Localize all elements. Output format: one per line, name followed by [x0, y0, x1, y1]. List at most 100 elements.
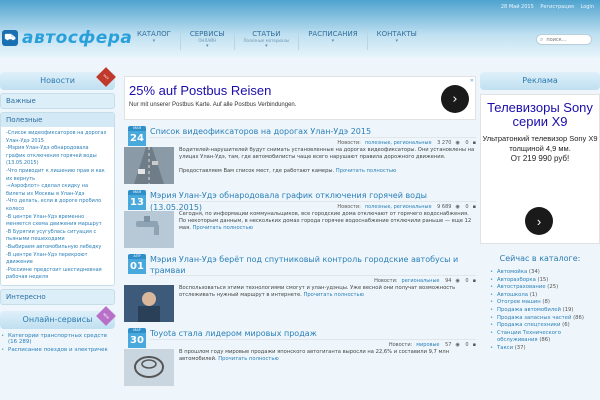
- list-item[interactable]: Категории транспортных средств (16 289): [0, 332, 115, 346]
- list-item[interactable]: -Список видеофиксаторов на дорогах Улан-…: [6, 130, 109, 145]
- list-item[interactable]: -«Аэрофлот» сделал скидку на билеты из М…: [6, 183, 109, 198]
- category-link[interactable]: полезные, региональные: [365, 140, 432, 146]
- interesting-tab[interactable]: Интересно: [0, 288, 115, 305]
- article: МАЯ 13 Мэрия Улан-Удэ обнародовала графи…: [124, 190, 476, 248]
- list-item[interactable]: Расписание поездов и электричек: [0, 346, 115, 354]
- toyota-logo-thumbnail[interactable]: [124, 349, 174, 386]
- water-tap-thumbnail[interactable]: [124, 211, 174, 248]
- nav-services[interactable]: СЕРВИСЫ ОНЛАЙН ▾: [179, 28, 234, 50]
- article-title[interactable]: Toyota стала лидером мировых продаж: [150, 328, 476, 340]
- article-meta: Новости: мировые 57 ◉ 0 ▪: [124, 342, 476, 348]
- news-title-text: Новости: [40, 76, 75, 85]
- catalog-item[interactable]: Авторазборка (15): [490, 277, 600, 285]
- article: МАР 30 Toyota стала лидером мировых прод…: [124, 328, 476, 386]
- article-title[interactable]: Мэрия Улан-Удэ берёт под спутниковый кон…: [150, 254, 476, 276]
- catalog-item-count: (34): [528, 269, 540, 275]
- catalog-item-count: (1): [529, 291, 538, 298]
- catalog-item-name[interactable]: Продажа автомобилей: [497, 307, 561, 313]
- eye-icon: ◉: [455, 342, 460, 348]
- list-item[interactable]: -Что делать, если в дороге пробило колес…: [6, 198, 109, 213]
- chevron-down-icon: ▾: [205, 43, 209, 49]
- nav-schedules[interactable]: РАСПИСАНИЯ ▾: [298, 28, 366, 50]
- list-item[interactable]: -Выбираем автомобильную лебедку: [6, 244, 109, 252]
- catalog-item-name[interactable]: Автошкола: [497, 292, 528, 298]
- catalog-item[interactable]: Продажа автомобилей (19): [490, 307, 600, 315]
- catalog-item-name[interactable]: Авторазборка: [497, 277, 536, 283]
- read-more-link[interactable]: Прочитать полностью: [218, 356, 278, 362]
- catalog-item[interactable]: Такси (37): [490, 345, 600, 353]
- nav-articles[interactable]: СТАТЬИ Полезные материалы ▾: [233, 28, 299, 50]
- catalog-item-name[interactable]: Автострахование: [497, 284, 546, 290]
- read-more-link[interactable]: Прочитать полностью: [336, 168, 396, 174]
- car-logo-icon: ⛟: [2, 30, 18, 46]
- category-link[interactable]: региональные: [402, 278, 440, 284]
- nav-contacts[interactable]: КОНТАКТЫ ▾: [366, 28, 426, 50]
- search-input[interactable]: [546, 36, 587, 43]
- list-item[interactable]: -В центре Улан-Удэ временно меняется схе…: [6, 214, 109, 229]
- catalog-item-count: (8): [542, 299, 550, 306]
- date-badge: МАР 30: [128, 328, 146, 348]
- register-link[interactable]: Регистрация: [540, 4, 574, 10]
- catalog-item[interactable]: Станции Технического обслуживания (86): [490, 330, 600, 345]
- article-title[interactable]: Мэрия Улан-Удэ обнародовала график отклю…: [150, 190, 476, 212]
- list-item[interactable]: -В Бурятии усугублась ситуация с пьяными…: [6, 229, 109, 244]
- catalog-item-name[interactable]: Автомойка: [497, 269, 527, 275]
- comment-count: 0: [465, 278, 469, 284]
- nav-catalog[interactable]: КАТАЛОГ ▾: [128, 28, 180, 50]
- date-badge: МАЯ 24: [128, 126, 146, 146]
- useful-tab[interactable]: Полезные: [1, 113, 114, 127]
- ad-headline[interactable]: Телевизоры Sony серии X9: [481, 101, 599, 129]
- chevron-down-icon: ▾: [395, 38, 398, 44]
- catalog-item-count: (86): [573, 314, 584, 321]
- catalog-item-count: (25): [547, 284, 559, 291]
- catalog-item-name[interactable]: Отогрев машин: [497, 299, 541, 305]
- utility-bar: 28 Май 2015 Регистрация Login: [496, 4, 594, 10]
- chevron-down-icon: ▾: [265, 43, 268, 49]
- top-ad-banner[interactable]: 25% auf Postbus Reisen Nur mit unserer P…: [124, 76, 476, 120]
- bus-driver-thumbnail[interactable]: [124, 285, 174, 322]
- catalog-item-name[interactable]: Станции Технического обслуживания: [497, 330, 561, 344]
- catalog-list: Автомойка (34) Авторазборка (15) Автостр…: [480, 269, 600, 353]
- article-meta: Новости: региональные 94 ◉ 0 ▪: [124, 278, 476, 284]
- ad-arrow-button[interactable]: ›: [441, 85, 469, 113]
- ad-arrow-button[interactable]: ›: [525, 207, 553, 235]
- catalog-item[interactable]: Продажа запасных частей (86): [490, 315, 600, 323]
- category-link[interactable]: полезные, региональные: [365, 204, 432, 210]
- article-body: В прошлом году мировые продажи японского…: [124, 349, 476, 386]
- list-item[interactable]: -Россияне предстоит шестидневная рабочая…: [6, 267, 109, 282]
- catalog-item-name[interactable]: Продажа спецтехники: [497, 322, 560, 328]
- catalog-item[interactable]: Продажа спецтехники (6): [490, 322, 600, 330]
- date-badge: АПР 01: [128, 254, 146, 274]
- catalog-item[interactable]: Автомойка (34): [490, 269, 600, 277]
- view-count: 94: [445, 278, 452, 284]
- sony-ad[interactable]: Телевизоры Sony серии X9 Ультратонкий те…: [480, 94, 600, 244]
- list-item[interactable]: -В центре Улан-Удэ перекроют движение: [6, 252, 109, 267]
- news-title: Новости HOT: [0, 67, 116, 90]
- article-excerpt: Водителей-нарушителей будут снимать уста…: [179, 147, 475, 160]
- category-link[interactable]: мировые: [416, 342, 439, 348]
- login-link[interactable]: Login: [581, 4, 595, 10]
- list-item[interactable]: -Что приводит к лишению прав и как их ве…: [6, 168, 109, 183]
- new-badge: NEW: [96, 305, 116, 326]
- catalog-item[interactable]: Автострахование (25): [490, 284, 600, 292]
- close-icon[interactable]: ✕: [470, 78, 474, 84]
- ad-title[interactable]: 25% auf Postbus Reisen: [129, 83, 271, 98]
- main-nav: КАТАЛОГ ▾ СЕРВИСЫ ОНЛАЙН ▾ СТАТЬИ Полезн…: [128, 28, 426, 50]
- road-traffic-thumbnail[interactable]: [124, 147, 174, 184]
- catalog-item[interactable]: Автошкола (1): [490, 292, 600, 300]
- important-tab[interactable]: Важные: [0, 93, 115, 109]
- search-icon[interactable]: ⌕: [540, 36, 543, 44]
- category-label: Новости:: [337, 204, 361, 210]
- header: 28 Май 2015 Регистрация Login ⛟ автосфер…: [0, 0, 600, 58]
- read-more-link[interactable]: Прочитать полностью: [193, 225, 253, 231]
- list-item[interactable]: -Мэрия Улан-Удэ обнародовала график откл…: [6, 145, 109, 168]
- catalog-item-name[interactable]: Продажа запасных частей: [497, 315, 571, 321]
- read-more-link[interactable]: Прочитать полностью: [303, 292, 363, 298]
- comment-count: 0: [465, 204, 469, 210]
- catalog-item-name[interactable]: Такси: [497, 345, 513, 351]
- useful-list: -Список видеофиксаторов на дорогах Улан-…: [1, 127, 114, 285]
- article-title[interactable]: Список видеофиксаторов на дорогах Улан-У…: [150, 126, 476, 138]
- catalog-item[interactable]: Отогрев машин (8): [490, 299, 600, 307]
- site-logo[interactable]: ⛟ автосфера: [2, 28, 132, 48]
- comment-icon: ▪: [472, 342, 476, 348]
